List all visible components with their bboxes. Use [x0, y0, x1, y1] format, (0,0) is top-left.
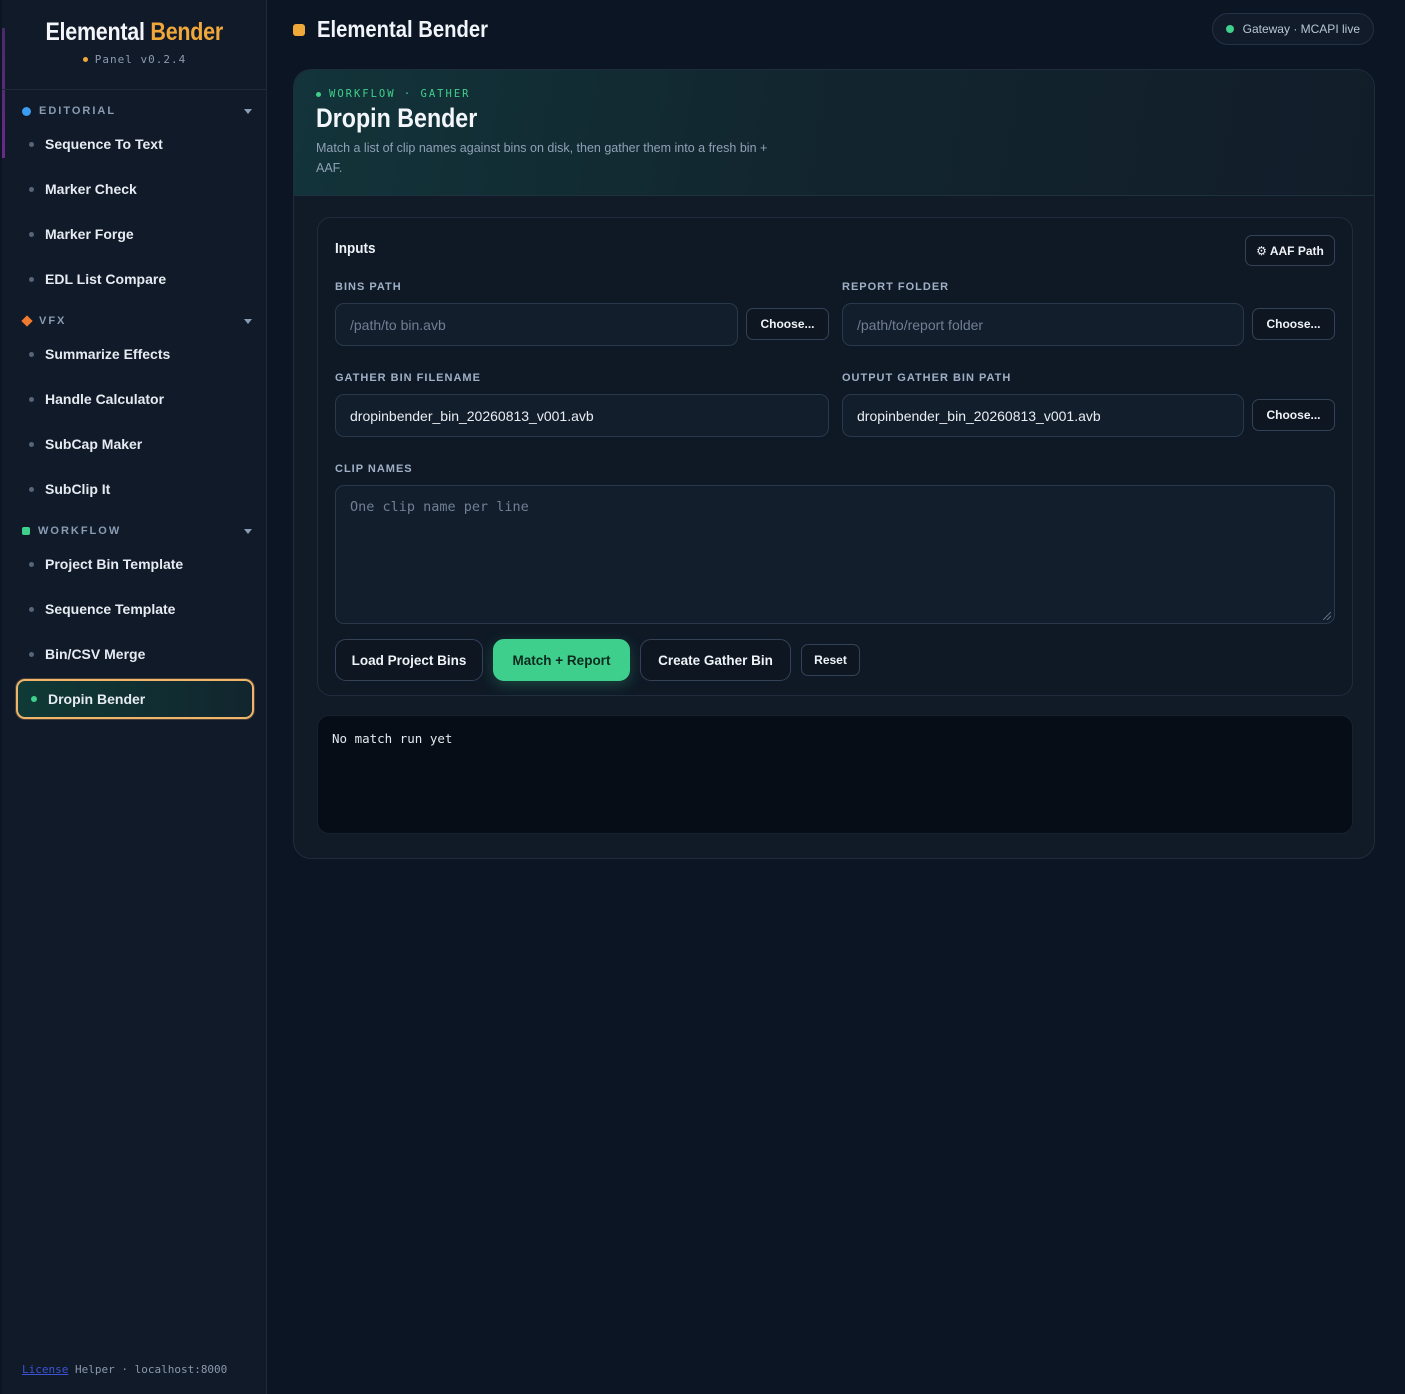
chevron-down-icon [244, 528, 252, 534]
bullet-icon [29, 561, 34, 567]
sidebar-item-dropin-bender[interactable]: Dropin Bender [16, 679, 254, 719]
brand-title-accent: Bender [150, 18, 224, 46]
group-label: WORKFLOW [38, 525, 122, 537]
diamond-icon [21, 315, 33, 327]
sidebar-footer: License Helper · localhost:8000 [22, 1363, 227, 1376]
inputs-title: Inputs [335, 240, 376, 257]
resize-grip-icon[interactable] [1323, 612, 1331, 620]
group-header-editorial[interactable]: EDITORIAL [22, 101, 252, 121]
sidebar-divider [2, 89, 267, 90]
sidebar-item-label: Project Bin Template [45, 556, 184, 572]
sidebar-item-label: Marker Forge [45, 226, 134, 242]
clip-names-textarea[interactable]: One clip name per line [335, 485, 1335, 624]
report-folder-choose-button[interactable]: Choose... [1252, 308, 1335, 340]
bullet-icon [29, 231, 34, 237]
version-text: Panel v0.2.4 [94, 53, 187, 66]
create-gather-bin-button[interactable]: Create Gather Bin [640, 639, 791, 681]
bullet-icon [29, 486, 34, 492]
clip-names-placeholder: One clip name per line [350, 499, 529, 515]
group-label: EDITORIAL [39, 105, 117, 117]
bullet-icon [29, 276, 34, 282]
sidebar-item-subclip-it[interactable]: SubClip It [16, 469, 254, 509]
bullet-icon [29, 141, 34, 147]
version-dot-icon [82, 57, 88, 62]
sidebar-item-sequence-to-text[interactable]: Sequence To Text [16, 124, 254, 164]
group-header-workflow[interactable]: WORKFLOW [22, 521, 252, 541]
sidebar-item-sequence-template[interactable]: Sequence Template [16, 589, 254, 629]
square-icon [22, 527, 30, 535]
output-gather-bin-path-choose-button[interactable]: Choose... [1252, 399, 1335, 431]
bullet-icon [29, 396, 34, 402]
status-badge: Gateway · MCAPI live [1211, 13, 1374, 45]
sidebar-item-project-bin-template[interactable]: Project Bin Template [16, 544, 254, 584]
circle-icon [22, 106, 31, 116]
sidebar-item-label: Summarize Effects [45, 346, 171, 362]
sidebar-item-marker-check[interactable]: Marker Check [16, 169, 254, 209]
group-label: VFX [39, 315, 67, 327]
tool-title: Dropin Bender [316, 103, 478, 133]
sidebar-item-label: Bin/CSV Merge [45, 646, 146, 662]
footer-text: Helper · localhost:8000 [74, 1363, 228, 1376]
chevron-down-icon [244, 108, 252, 114]
sidebar-item-label: Marker Check [45, 181, 137, 197]
gather-bin-filename-label: GATHER BIN FILENAME [335, 372, 481, 384]
load-project-bins-button[interactable]: Load Project Bins [335, 639, 483, 681]
sidebar-item-label: Sequence To Text [45, 136, 163, 152]
bullet-icon [31, 696, 37, 702]
sidebar-item-label: SubCap Maker [45, 436, 143, 452]
gather-bin-filename-input[interactable]: dropinbender_bin_20260813_v001.avb [335, 394, 829, 437]
eyebrow-dot-icon [316, 91, 321, 97]
bins-path-label: BINS PATH [335, 281, 402, 293]
page-title: Elemental Bender [317, 16, 488, 42]
group-header-vfx[interactable]: VFX [21, 311, 252, 331]
brand-title: Elemental Bender [46, 18, 224, 47]
page-header: Elemental Bender [293, 16, 511, 43]
output-text: No match run yet [332, 731, 453, 746]
sidebar-item-label: Handle Calculator [45, 391, 165, 407]
brand-title-main: Elemental [45, 18, 146, 46]
bins-path-input[interactable]: /path/to bin.avb [335, 303, 738, 346]
bins-path-choose-button[interactable]: Choose... [746, 308, 829, 340]
aaf-path-button[interactable]: ⚙ AAF Path [1245, 235, 1335, 266]
sidebar-item-label: Dropin Bender [48, 691, 146, 707]
status-text: Gateway · MCAPI live [1242, 22, 1360, 36]
bullet-icon [29, 651, 34, 657]
sidebar-item-label: Sequence Template [45, 601, 176, 617]
sidebar-item-edl-list-compare[interactable]: EDL List Compare [16, 259, 254, 299]
bullet-icon [29, 606, 34, 612]
reset-button[interactable]: Reset [801, 644, 860, 676]
report-folder-label: REPORT FOLDER [842, 281, 950, 293]
tool-eyebrow: WORKFLOW · GATHER [316, 88, 1352, 100]
inputs-panel: Inputs ⚙ AAF Path BINS PATH /path/to bin… [317, 217, 1353, 696]
brand-version: Panel v0.2.4 [2, 53, 267, 66]
app-square-icon [293, 23, 305, 36]
brand: Elemental Bender Panel v0.2.4 [2, 18, 267, 66]
output-gather-bin-path-label: OUTPUT GATHER BIN PATH [842, 372, 1012, 384]
bullet-icon [29, 351, 34, 357]
bullet-icon [29, 441, 34, 447]
sidebar-item-marker-forge[interactable]: Marker Forge [16, 214, 254, 254]
report-folder-input[interactable]: /path/to/report folder [842, 303, 1244, 346]
tool-card: WORKFLOW · GATHER Dropin Bender Match a … [293, 69, 1375, 859]
sidebar-item-subcap-maker[interactable]: SubCap Maker [16, 424, 254, 464]
tool-description: Match a list of clip names against bins … [316, 141, 768, 175]
chevron-down-icon [244, 318, 252, 324]
sidebar-item-label: EDL List Compare [45, 271, 167, 287]
sidebar-item-label: SubClip It [45, 481, 111, 497]
bullet-icon [29, 186, 34, 192]
sidebar: Elemental Bender Panel v0.2.4 EDITORIAL … [2, 0, 267, 1394]
tool-hero: WORKFLOW · GATHER Dropin Bender Match a … [294, 70, 1374, 196]
status-dot-icon [1225, 25, 1234, 33]
license-link[interactable]: License [22, 1363, 68, 1376]
sidebar-item-bin-csv-merge[interactable]: Bin/CSV Merge [16, 634, 254, 674]
sidebar-item-handle-calculator[interactable]: Handle Calculator [16, 379, 254, 419]
match-report-button[interactable]: Match + Report [493, 639, 630, 681]
output-gather-bin-path-input[interactable]: dropinbender_bin_20260813_v001.avb [842, 394, 1244, 437]
match-output: No match run yet [317, 715, 1353, 834]
eyebrow-text: WORKFLOW · GATHER [329, 88, 471, 100]
clip-names-label: CLIP NAMES [335, 463, 413, 475]
sidebar-item-summarize-effects[interactable]: Summarize Effects [16, 334, 254, 374]
